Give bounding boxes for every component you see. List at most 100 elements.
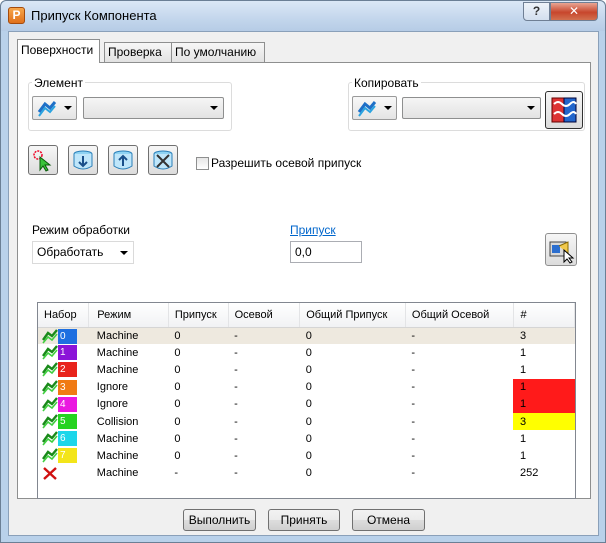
allowance-sets-table[interactable]: Набор Режим Припуск Осевой Общий Припуск… [37,302,576,499]
axial-cell[interactable]: - [228,430,300,447]
table-row[interactable]: 2 Machine 0-0-1 [38,361,575,378]
tab-check[interactable]: Проверка [104,42,172,62]
total-allowance-cell: 0 [305,398,312,411]
axial-cell[interactable]: - [228,344,300,361]
column-header-set[interactable]: Набор [38,303,90,328]
table-row[interactable]: Machine - -0-252 [38,465,575,482]
axial-cell[interactable]: - [228,447,300,464]
element-type-dropdown[interactable] [32,96,77,120]
axial-cell[interactable]: - [228,396,300,413]
surface-set-icon [42,345,58,360]
move-down-button[interactable] [68,145,98,175]
axial-cell[interactable]: - [228,327,300,345]
select-surfaces-button[interactable] [28,145,58,175]
copy-allowance-icon [551,97,577,123]
help-button[interactable]: ? [523,2,550,21]
copy-combo[interactable] [402,97,541,119]
mode-cell[interactable]: Machine [88,327,169,345]
set-color-swatch: 5 [58,413,77,429]
mode-cell[interactable]: Machine [89,447,169,464]
allowance-cell[interactable]: 0 [168,344,228,361]
cancel-button[interactable]: Отмена [352,509,425,531]
total-allowance-cell: 0 [305,467,312,480]
mode-cell[interactable]: Machine [89,344,169,361]
total-allowance-cell: 0 [305,415,312,428]
set-cell[interactable]: 1 [38,344,89,361]
column-header-allowance[interactable]: Припуск [168,303,229,328]
mode-value: Обработать [37,245,104,259]
element-group-label: Элемент [32,76,85,90]
mode-cell[interactable]: Ignore [89,396,169,413]
axial-allowance-checkbox[interactable] [196,157,209,170]
surfaces-panel: Элемент Копировать Разрешить осевой прип… [17,62,591,499]
set-cell[interactable]: 3 [38,379,89,396]
axial-allowance-label: Разрешить осевой припуск [211,156,362,170]
mode-cell[interactable]: Collision [89,413,169,430]
set-cell[interactable]: 0 [38,327,89,345]
execute-button[interactable]: Выполнить [183,509,256,531]
column-header-count[interactable]: # [513,303,575,328]
allowance-cell[interactable]: 0 [168,447,228,464]
total-allowance-cell: 0 [299,327,406,345]
mode-select[interactable]: Обработать [32,241,134,264]
allowance-cell[interactable]: 0 [168,413,228,430]
total-allowance-cell: 0 [305,449,312,462]
table-row[interactable]: 7 Machine 0-0-1 [38,447,575,464]
close-button[interactable]: ✕ [550,2,598,21]
mode-cell[interactable]: Machine [89,430,169,447]
set-color-swatch: 6 [58,431,77,447]
total-axial-cell: - [411,432,416,445]
element-combo[interactable] [83,97,224,119]
axial-cell[interactable]: - [228,379,300,396]
set-cell[interactable]: 7 [38,447,89,464]
set-cell[interactable] [38,465,89,482]
mode-cell[interactable]: Ignore [89,379,169,396]
mode-cell[interactable]: Machine [89,361,169,378]
apply-allowance-button[interactable] [545,233,577,266]
allowance-cell[interactable]: 0 [168,327,229,345]
unassigned-cross-icon [43,466,57,480]
column-header-total-allowance[interactable]: Общий Припуск [299,303,406,328]
set-cell[interactable]: 2 [38,361,89,378]
axial-cell[interactable]: - [228,361,300,378]
table-row[interactable]: 0 Machine 0-0-3 [38,327,575,345]
surface-set-icon [42,431,58,446]
accept-button[interactable]: Принять [268,509,340,531]
axial-cell[interactable]: - [228,465,300,482]
set-cell[interactable]: 6 [38,430,89,447]
count-cell: 1 [513,378,575,396]
table-row[interactable]: 5 Collision 0-0-3 [38,412,575,431]
chevron-down-icon [210,106,218,110]
title-bar[interactable]: P Припуск Компонента ? ✕ [1,1,605,31]
tab-defaults[interactable]: По умолчанию [171,42,265,62]
column-header-mode[interactable]: Режим [88,303,169,328]
set-cell[interactable]: 5 [38,413,89,430]
table-row[interactable]: 4 Ignore 0-0-1 [38,395,575,413]
tab-surfaces[interactable]: Поверхности [17,39,100,63]
allowance-cell[interactable]: 0 [168,361,228,378]
chevron-down-icon [384,106,392,110]
column-header-axial[interactable]: Осевой [228,303,301,328]
allowance-cell[interactable]: 0 [168,430,228,447]
total-axial-cell: - [411,467,416,480]
column-header-total-axial[interactable]: Общий Осевой [405,303,514,328]
allowance-cell[interactable]: - [168,465,228,482]
mode-cell[interactable]: Machine [89,465,169,482]
allowance-input[interactable]: 0,0 [290,241,362,263]
copy-type-dropdown[interactable] [352,96,397,120]
table-row[interactable]: 3 Ignore 0-0-1 [38,378,575,396]
allowance-cell[interactable]: 0 [168,379,228,396]
table-row[interactable]: 6 Machine 0-0-1 [38,430,575,447]
allowance-link[interactable]: Припуск [290,223,336,237]
clear-set-button[interactable] [148,145,178,175]
axial-cell[interactable]: - [228,413,300,430]
count-cell: 1 [520,449,527,462]
set-cell[interactable]: 4 [38,396,89,413]
total-axial-cell: - [411,449,416,462]
copy-apply-button[interactable] [545,91,583,129]
set-color-swatch: 7 [58,448,77,464]
allowance-cell[interactable]: 0 [168,396,228,413]
arrow-up-icon [113,150,133,170]
move-up-button[interactable] [108,145,138,175]
table-row[interactable]: 1 Machine 0-0-1 [38,344,575,361]
